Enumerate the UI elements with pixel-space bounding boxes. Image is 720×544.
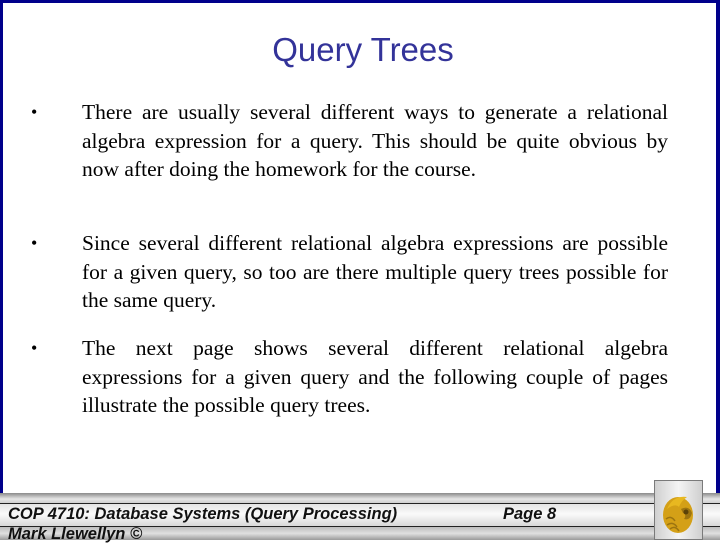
footer-band-top xyxy=(0,493,720,504)
bullet-marker: • xyxy=(31,233,38,253)
logo-box xyxy=(654,480,703,540)
bullet-marker: • xyxy=(31,338,38,358)
footer-author: Mark Llewellyn © xyxy=(8,525,143,543)
footer-page-number: Page 8 xyxy=(503,505,557,523)
bullet-text: Since several different relational algeb… xyxy=(82,231,668,313)
slide-frame: Query Trees • There are usually several … xyxy=(0,0,720,493)
slide-footer: COP 4710: Database Systems (Query Proces… xyxy=(0,493,720,543)
bullet-text: The next page shows several different re… xyxy=(82,336,668,418)
footer-course-title: COP 4710: Database Systems (Query Proces… xyxy=(8,505,398,523)
pegasus-logo-icon xyxy=(663,496,693,533)
bullet-text: There are usually several different ways… xyxy=(82,100,668,182)
bullet-marker: • xyxy=(31,102,38,122)
slide-title: Query Trees xyxy=(272,31,454,68)
